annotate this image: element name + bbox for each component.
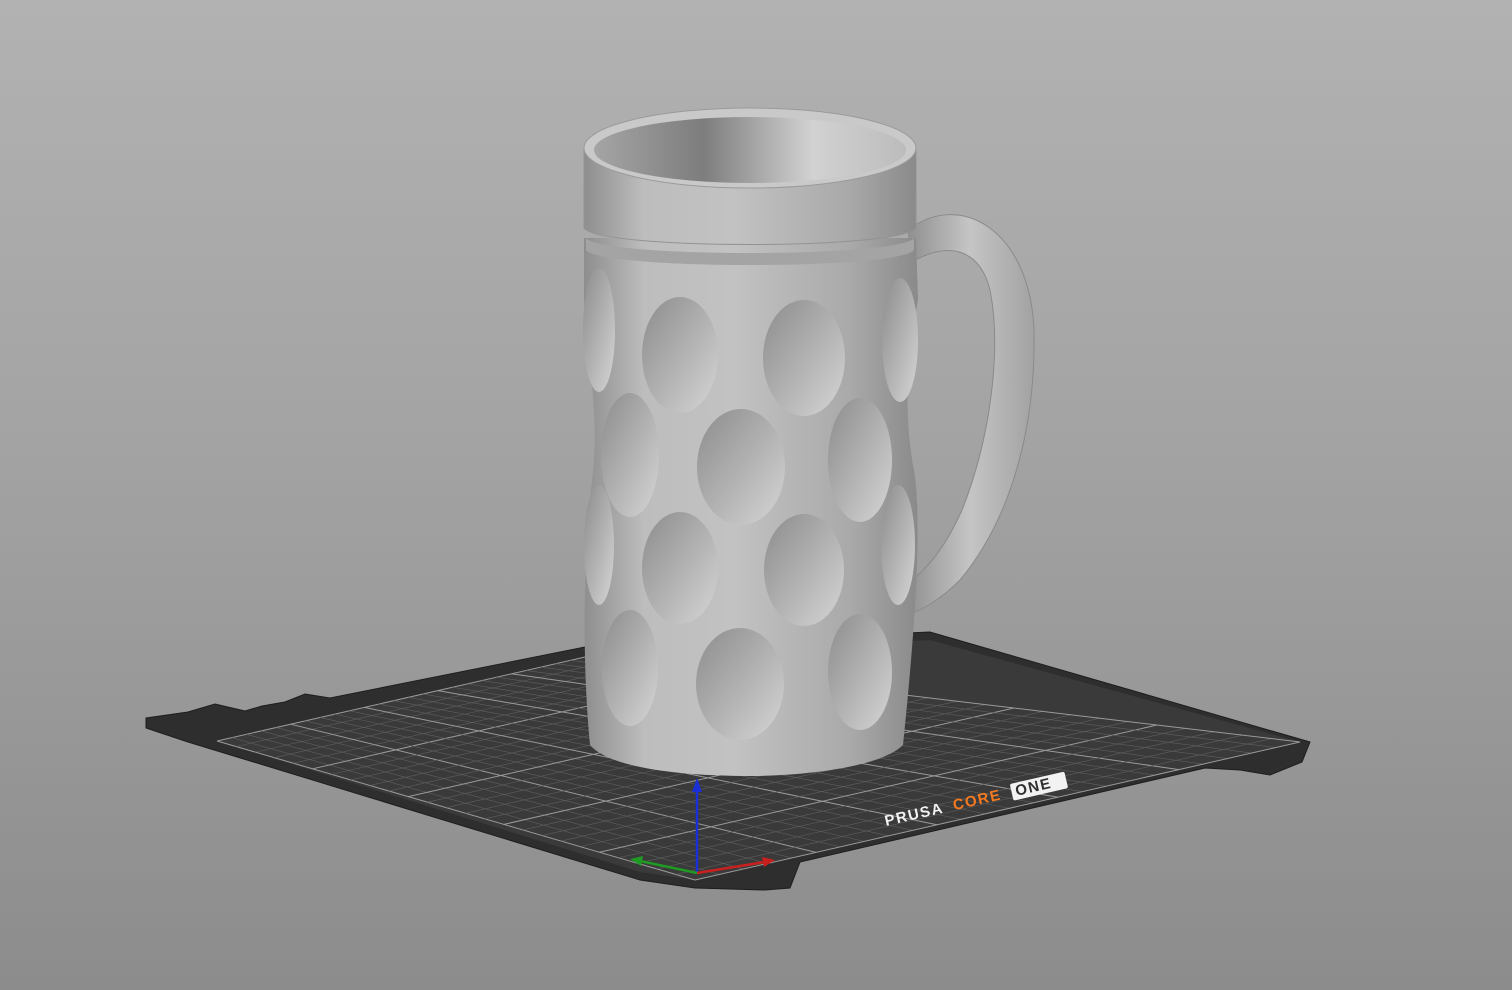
3d-scene[interactable]: PRUSA CORE ONE	[0, 0, 1512, 990]
mug-handle	[904, 214, 1035, 616]
mug-opening	[594, 117, 906, 183]
3d-viewport[interactable]: PRUSA CORE ONE	[0, 0, 1512, 990]
